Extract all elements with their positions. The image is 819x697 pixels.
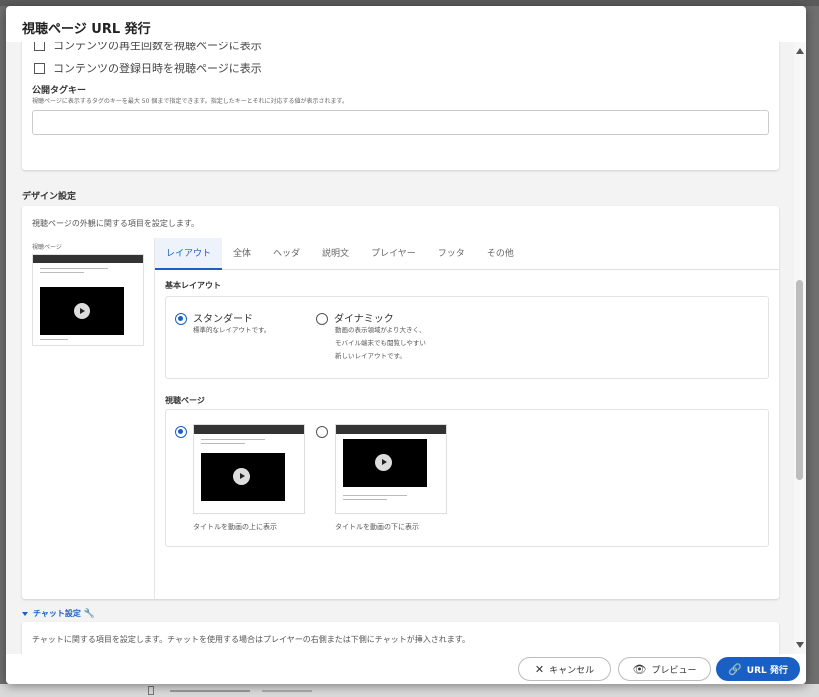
issue-url-button-label: URL 発行 bbox=[746, 665, 788, 676]
tab-general[interactable]: 全体 bbox=[222, 238, 262, 270]
dialog-title: 視聴ページ URL 発行 bbox=[22, 22, 151, 37]
play-count-checkbox[interactable] bbox=[34, 42, 45, 51]
play-icon bbox=[74, 303, 90, 319]
link-icon: 🔗 bbox=[728, 662, 742, 676]
issue-url-button[interactable]: 🔗 URL 発行 bbox=[716, 657, 800, 681]
chat-settings-heading[interactable]: チャット設定 🔧 bbox=[22, 608, 95, 619]
tab-description[interactable]: 説明文 bbox=[311, 238, 360, 270]
registered-date-checkbox-row[interactable]: コンテンツの登録日時を視聴ページに表示 bbox=[34, 60, 262, 76]
backdrop-line bbox=[262, 690, 312, 692]
tab-layout[interactable]: レイアウト bbox=[155, 238, 223, 270]
scroll-thumb[interactable] bbox=[796, 280, 803, 480]
backdrop-checkbox bbox=[148, 686, 154, 695]
backdrop-line bbox=[170, 690, 250, 692]
watch-page-heading: 視聴ページ bbox=[165, 396, 205, 405]
dynamic-layout-desc-line: モバイル端末でも閲覧しやすい bbox=[335, 339, 426, 347]
tab-header[interactable]: ヘッダ bbox=[262, 238, 311, 270]
play-count-label: コンテンツの再生回数を視聴ページに表示 bbox=[53, 42, 262, 52]
issue-url-dialog: 視聴ページ URL 発行 コンテンツの再生回数を視聴ページに表示 コンテンツの登… bbox=[6, 6, 806, 684]
design-settings-description: 視聴ページの外観に関する項目を設定します。 bbox=[32, 219, 200, 228]
thumb-video bbox=[201, 453, 285, 501]
design-settings-card: 視聴ページの外観に関する項目を設定します。 視聴ページ レイアウト 全体 ヘッダ bbox=[22, 206, 780, 599]
public-tag-key-help: 視聴ページに表示するタグのキーを最大 50 個まで指定できます。指定したキーとそ… bbox=[32, 98, 348, 105]
play-icon bbox=[233, 468, 250, 485]
backdrop-bottom bbox=[0, 684, 819, 697]
scroll-down-arrow[interactable] bbox=[796, 642, 804, 648]
cancel-button-label: キャンセル bbox=[549, 665, 595, 676]
preview-button-label: プレビュー bbox=[651, 665, 697, 676]
preview-footer-line bbox=[40, 339, 68, 340]
cancel-button[interactable]: ✕ キャンセル bbox=[518, 657, 611, 681]
dialog-scroll-area[interactable]: コンテンツの再生回数を視聴ページに表示 コンテンツの登録日時を視聴ページに表示 … bbox=[6, 42, 794, 654]
tab-other[interactable]: その他 bbox=[476, 238, 525, 270]
thumb-title-line bbox=[201, 439, 265, 440]
basic-layout-heading: 基本レイアウト bbox=[165, 281, 221, 290]
thumb-title-line bbox=[343, 499, 387, 500]
dynamic-layout-desc-line: 新しいレイアウトです。 bbox=[335, 352, 406, 360]
watch-page-options: タイトルを動画の上に表示 タイトルを動画の下に表示 bbox=[165, 409, 769, 547]
dialog-scrollbar[interactable] bbox=[794, 42, 806, 654]
preview-video bbox=[40, 287, 124, 335]
dynamic-layout-desc-line: 動画の表示領域がより大きく、 bbox=[335, 326, 426, 334]
dynamic-layout-title: ダイナミック bbox=[334, 314, 394, 325]
preview-header-bar bbox=[33, 255, 143, 263]
standard-layout-radio[interactable] bbox=[175, 313, 187, 325]
play-icon bbox=[375, 454, 392, 471]
preview-button[interactable]: 👁 プレビュー bbox=[618, 657, 711, 681]
registered-date-label: コンテンツの登録日時を視聴ページに表示 bbox=[53, 62, 262, 75]
basic-layout-options: スタンダード 標準的なレイアウトです。 ダイナミック 動画の表示領域がより大きく… bbox=[165, 296, 769, 379]
title-above-radio[interactable] bbox=[175, 426, 187, 438]
dynamic-layout-desc: 動画の表示領域がより大きく、 モバイル端末でも閲覧しやすい 新しいレイアウトです… bbox=[335, 324, 426, 363]
preview-title-line bbox=[40, 272, 84, 273]
public-tag-key-label: 公開タグキー bbox=[32, 86, 87, 96]
tab-footer[interactable]: フッタ bbox=[427, 238, 476, 270]
registered-date-checkbox[interactable] bbox=[34, 62, 45, 74]
title-below-radio[interactable] bbox=[316, 426, 328, 438]
dialog-footer: ✕ キャンセル 👁 プレビュー 🔗 URL 発行 bbox=[6, 654, 806, 684]
chevron-down-icon bbox=[22, 611, 28, 616]
tab-player[interactable]: プレイヤー bbox=[360, 238, 427, 270]
preview-title-line bbox=[40, 268, 108, 269]
title-below-thumbnail[interactable] bbox=[335, 424, 447, 514]
title-above-caption: タイトルを動画の上に表示 bbox=[193, 523, 277, 531]
design-tabs-panel: レイアウト 全体 ヘッダ 説明文 プレイヤー フッタ その他 基本レイアウト ス… bbox=[154, 238, 780, 599]
chat-settings-card: チャットに関する項目を設定します。チャットを使用する場合はプレイヤーの右側または… bbox=[22, 622, 779, 654]
eye-icon: 👁 bbox=[632, 662, 647, 676]
thumb-video bbox=[343, 439, 427, 487]
design-settings-heading: デザイン設定 bbox=[22, 192, 77, 202]
scroll-up-arrow[interactable] bbox=[796, 48, 804, 54]
title-below-caption: タイトルを動画の下に表示 bbox=[335, 523, 419, 531]
thumb-title-line bbox=[201, 443, 245, 444]
chat-settings-heading-label: チャット設定 bbox=[33, 609, 81, 618]
chat-settings-description: チャットに関する項目を設定します。チャットを使用する場合はプレイヤーの右側または… bbox=[32, 635, 470, 644]
preview-label: 視聴ページ bbox=[32, 244, 62, 251]
standard-layout-title: スタンダード bbox=[193, 314, 253, 325]
title-above-thumbnail[interactable] bbox=[193, 424, 305, 514]
standard-layout-desc: 標準的なレイアウトです。 bbox=[193, 326, 271, 334]
wrench-icon: 🔧 bbox=[83, 608, 96, 619]
thumb-header-bar bbox=[336, 425, 446, 434]
watch-page-preview bbox=[32, 254, 144, 346]
close-icon: ✕ bbox=[534, 662, 545, 676]
public-tag-key-input[interactable] bbox=[32, 110, 769, 135]
design-tabs: レイアウト 全体 ヘッダ 説明文 プレイヤー フッタ その他 bbox=[155, 238, 780, 270]
dynamic-layout-radio[interactable] bbox=[316, 313, 328, 325]
content-settings-card: コンテンツの再生回数を視聴ページに表示 コンテンツの登録日時を視聴ページに表示 … bbox=[22, 42, 779, 170]
thumb-header-bar bbox=[194, 425, 304, 434]
thumb-title-line bbox=[343, 495, 407, 496]
play-count-checkbox-row[interactable]: コンテンツの再生回数を視聴ページに表示 bbox=[34, 42, 262, 53]
